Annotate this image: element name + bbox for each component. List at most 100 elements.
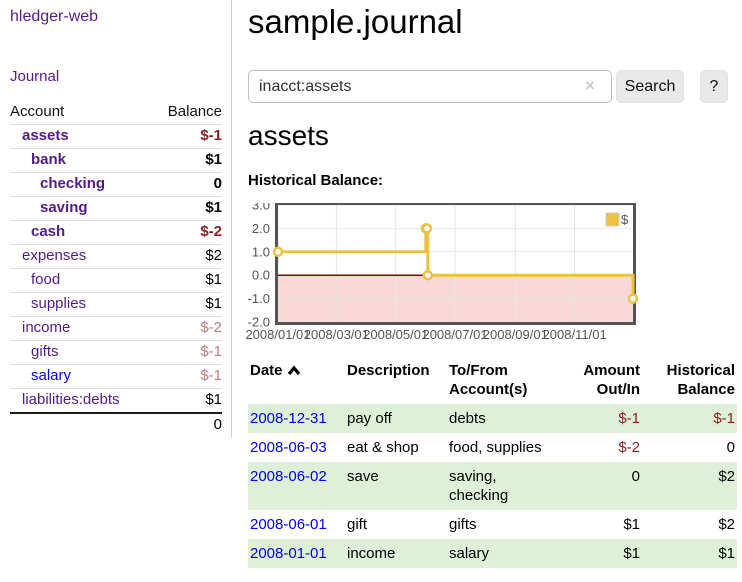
account-link-salary[interactable]: salary: [31, 367, 71, 384]
accounts-total-row: 0: [10, 413, 222, 437]
account-balance: $1: [152, 197, 222, 221]
transaction-balance: 0: [642, 433, 737, 462]
svg-text:0.0: 0.0: [252, 268, 270, 283]
svg-text:3.0: 3.0: [252, 203, 270, 213]
transaction-description: income: [345, 539, 447, 568]
account-balance: $-1: [152, 341, 222, 365]
sidebar-divider: [231, 0, 232, 438]
account-balance: $1: [152, 293, 222, 317]
svg-text:2008/01/01: 2008/01/01: [245, 327, 310, 342]
svg-text:2008/09/01: 2008/09/01: [483, 327, 548, 342]
svg-text:2008/11/01: 2008/11/01: [543, 327, 607, 342]
accounts-header-balance: Balance: [152, 100, 222, 125]
account-balance: $1: [152, 389, 222, 414]
nav-journal-link[interactable]: Journal: [10, 68, 59, 85]
account-link-supplies[interactable]: supplies: [31, 295, 86, 312]
chart-title: Historical Balance:: [248, 172, 383, 189]
account-balance: $-2: [152, 221, 222, 245]
header-description: Description: [345, 356, 447, 404]
main-content: sample.journal × Search ? assets Histori…: [248, 0, 742, 582]
search-button[interactable]: Search: [616, 70, 684, 103]
account-row-salary: salary $-1: [10, 365, 222, 389]
register-row: 2008-06-03 eat & shop food, supplies $-2…: [248, 433, 737, 462]
account-row-liabilities-debts: liabilities:debts $1: [10, 389, 222, 414]
transaction-amount: $-2: [562, 433, 642, 462]
transaction-accounts: debts: [447, 404, 562, 433]
transaction-date-link[interactable]: 2008-06-02: [250, 468, 327, 485]
account-row-cash: cash $-2: [10, 221, 222, 245]
svg-text:2.0: 2.0: [252, 221, 270, 236]
transaction-date-link[interactable]: 2008-12-31: [250, 410, 327, 427]
register-row: 2008-01-01 income salary $1 $1: [248, 539, 737, 568]
transaction-balance: $2: [642, 462, 737, 510]
account-row-assets: assets $-1: [10, 125, 222, 149]
account-row-bank: bank $1: [10, 149, 222, 173]
account-row-supplies: supplies $1: [10, 293, 222, 317]
svg-text:2008/07/01: 2008/07/01: [422, 327, 487, 342]
sidebar: hledger-web Journal Account Balance asse…: [0, 0, 232, 582]
account-balance: $2: [152, 245, 222, 269]
account-row-saving: saving $1: [10, 197, 222, 221]
register-row: 2008-06-02 save saving, checking 0 $2: [248, 462, 737, 510]
transaction-balance: $1: [642, 539, 737, 568]
transaction-description: save: [345, 462, 447, 510]
account-row-food: food $1: [10, 269, 222, 293]
header-amount: Amount Out/In: [562, 356, 642, 404]
search-input[interactable]: [248, 70, 612, 103]
transaction-balance: $2: [642, 510, 737, 539]
account-row-expenses: expenses $2: [10, 245, 222, 269]
transaction-description: gift: [345, 510, 447, 539]
account-balance: $1: [152, 149, 222, 173]
sort-ascending-icon: [287, 365, 301, 376]
account-balance: $1: [152, 269, 222, 293]
transaction-description: eat & shop: [345, 433, 447, 462]
transaction-date-link[interactable]: 2008-01-01: [250, 545, 327, 562]
transaction-accounts: salary: [447, 539, 562, 568]
account-link-bank[interactable]: bank: [31, 151, 66, 168]
historical-balance-chart[interactable]: 3.02.01.00.0-1.0-2.02008/01/012008/03/01…: [242, 203, 642, 343]
register-header-row: Date Description To/From Account(s) Amou…: [248, 356, 737, 404]
accounts-table: Account Balance assets $-1 bank $1 check…: [10, 100, 222, 437]
account-link-checking[interactable]: checking: [40, 175, 105, 192]
clear-search-icon[interactable]: ×: [585, 76, 595, 96]
account-row-checking: checking 0: [10, 173, 222, 197]
accounts-total-value: 0: [152, 413, 222, 437]
account-balance: $-1: [152, 365, 222, 389]
transaction-description: pay off: [345, 404, 447, 433]
account-row-income: income $-2: [10, 317, 222, 341]
account-link-expenses[interactable]: expenses: [22, 247, 86, 264]
account-link-gifts[interactable]: gifts: [31, 343, 59, 360]
header-tofrom: To/From Account(s): [447, 356, 562, 404]
account-link-liabilities-debts[interactable]: liabilities:debts: [22, 391, 120, 408]
balance-chart-svg: 3.02.01.00.0-1.0-2.02008/01/012008/03/01…: [242, 203, 642, 343]
transaction-amount: $1: [562, 510, 642, 539]
account-link-cash[interactable]: cash: [31, 223, 65, 240]
register-row: 2008-06-01 gift gifts $1 $2: [248, 510, 737, 539]
account-link-food[interactable]: food: [31, 271, 60, 288]
register-row: 2008-12-31 pay off debts $-1 $-1: [248, 404, 737, 433]
register-table: Date Description To/From Account(s) Amou…: [248, 356, 737, 568]
svg-text:$: $: [621, 212, 629, 227]
account-title: assets: [248, 120, 329, 152]
app-title-link[interactable]: hledger-web: [10, 8, 98, 26]
transaction-balance: $-1: [642, 404, 737, 433]
account-link-assets[interactable]: assets: [22, 127, 69, 144]
transaction-accounts: gifts: [447, 510, 562, 539]
account-balance: $-2: [152, 317, 222, 341]
header-date[interactable]: Date: [248, 356, 345, 404]
page-title: sample.journal: [248, 2, 463, 42]
transaction-amount: 0: [562, 462, 642, 510]
transaction-date-link[interactable]: 2008-06-01: [250, 516, 327, 533]
header-balance: Historical Balance: [642, 356, 737, 404]
transaction-accounts: saving, checking: [447, 462, 562, 510]
svg-text:2008/05/01: 2008/05/01: [363, 327, 428, 342]
account-balance: $-1: [152, 125, 222, 149]
account-link-income[interactable]: income: [22, 319, 70, 336]
svg-text:1.0: 1.0: [252, 244, 270, 259]
svg-text:2008/03/01: 2008/03/01: [304, 327, 369, 342]
help-button[interactable]: ?: [700, 70, 728, 103]
search-form: × Search ?: [248, 70, 742, 103]
svg-text:-1.0: -1.0: [248, 291, 270, 306]
account-link-saving[interactable]: saving: [40, 199, 88, 216]
transaction-date-link[interactable]: 2008-06-03: [250, 439, 327, 456]
